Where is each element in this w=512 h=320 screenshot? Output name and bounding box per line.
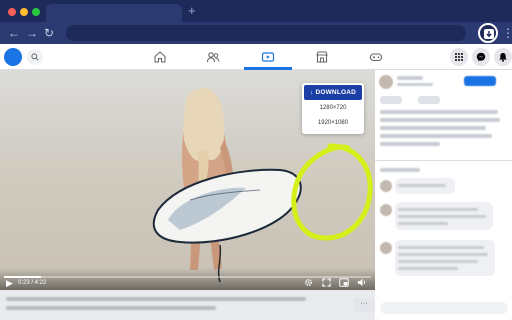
comment-avatar [380, 204, 392, 216]
new-tab-button[interactable]: + [188, 4, 196, 18]
settings-icon[interactable] [304, 278, 313, 287]
download-extension-button[interactable] [478, 23, 498, 43]
browser-menu-button[interactable]: ⋮ [502, 26, 512, 40]
resolution-option-1080[interactable]: 1920×1080 [302, 118, 364, 128]
post-text-blurred [380, 110, 498, 114]
comments-filter-blurred [380, 168, 420, 172]
comment-text-blurred [398, 208, 478, 211]
comment-avatar [380, 242, 392, 254]
comment-text-blurred [398, 246, 484, 249]
search-button[interactable] [27, 49, 43, 65]
browser-chrome: + ← → ↻ ⋮ [0, 0, 512, 44]
more-options-button[interactable]: ··· [353, 298, 375, 312]
address-bar[interactable] [66, 25, 466, 41]
post-date-blurred [397, 83, 433, 86]
friends-icon[interactable] [206, 50, 220, 64]
comment-text-blurred [398, 222, 448, 225]
comment-text-blurred [398, 253, 488, 256]
gaming-icon[interactable] [369, 50, 383, 64]
post-text-blurred [380, 126, 486, 130]
video-progress-track[interactable] [4, 276, 371, 278]
messenger-button[interactable] [472, 48, 490, 66]
tab-strip: + [0, 0, 512, 22]
comment-text-blurred [398, 184, 446, 187]
post-text-blurred [380, 134, 492, 138]
comment-input[interactable] [380, 302, 508, 314]
menu-button[interactable] [450, 48, 468, 66]
forward-button[interactable]: → [26, 26, 38, 40]
messenger-icon [476, 52, 486, 62]
page-name-blurred [397, 76, 423, 80]
browser-tab[interactable] [46, 4, 182, 22]
divider [375, 160, 512, 161]
post-tag [418, 96, 440, 104]
download-button[interactable]: ↓ DOWNLOAD [304, 85, 362, 100]
comment-text-blurred [398, 267, 458, 270]
watch-icon[interactable] [261, 50, 275, 64]
reload-button[interactable]: ↻ [44, 26, 54, 40]
post-title-blurred [6, 296, 336, 310]
download-button-label: DOWNLOAD [315, 89, 357, 96]
browser-toolbar: ← → ↻ [0, 22, 512, 44]
post-tag [380, 96, 402, 104]
volume-icon[interactable] [357, 278, 367, 287]
follow-button[interactable] [464, 76, 496, 86]
comment-text-blurred [398, 260, 478, 263]
home-icon[interactable] [153, 50, 167, 64]
play-icon[interactable]: ▶ [6, 278, 13, 288]
maximize-window-button[interactable] [32, 8, 40, 16]
resolution-option-720[interactable]: 1280×720 [302, 103, 364, 113]
video-time: 0:23 / 4:22 [18, 280, 47, 286]
post-text-blurred [380, 142, 440, 146]
post-text-blurred [380, 118, 500, 122]
close-window-button[interactable] [8, 8, 16, 16]
minimize-window-button[interactable] [20, 8, 28, 16]
notifications-icon [499, 53, 507, 62]
notifications-button[interactable] [494, 48, 512, 66]
page-avatar [379, 75, 393, 89]
fullscreen-icon[interactable] [322, 278, 331, 287]
marketplace-icon[interactable] [315, 50, 329, 64]
site-logo[interactable] [4, 48, 22, 66]
download-arrow-icon [484, 29, 494, 39]
search-icon [31, 53, 39, 61]
back-button[interactable]: ← [8, 26, 20, 40]
grid-menu-icon [455, 53, 463, 61]
comment-avatar [380, 180, 392, 192]
pip-icon[interactable] [339, 278, 349, 287]
highlight-circle [291, 143, 373, 241]
video-controls-bar [0, 268, 375, 290]
comments-sidebar [375, 70, 512, 320]
comment-text-blurred [398, 215, 486, 218]
download-popup: ↓ DOWNLOAD 1280×720 1920×1080 [302, 83, 364, 134]
